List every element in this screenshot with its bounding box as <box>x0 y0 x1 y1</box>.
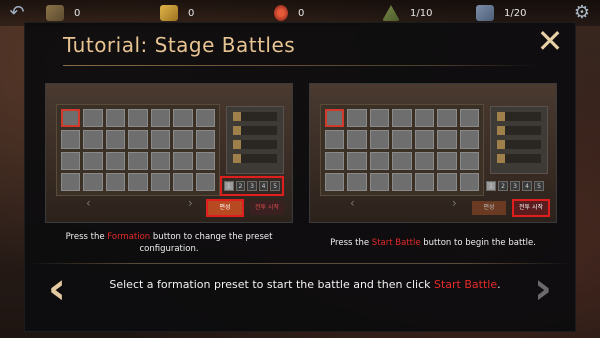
close-icon[interactable]: ✕ <box>535 24 565 58</box>
vehicle-icon <box>476 5 494 21</box>
resource-camp: 1/10 <box>382 4 432 22</box>
caption-text: button to change the preset configuratio… <box>139 232 273 254</box>
medal-icon <box>274 5 288 21</box>
thumb-next-icon: › <box>452 196 457 210</box>
caption-text: Press the <box>330 238 372 248</box>
dialog-title: Tutorial: Stage Battles <box>63 33 296 57</box>
unit-info-panel <box>226 106 284 174</box>
thumb-start-button: 전투 시작 <box>250 201 284 215</box>
unit-info-panel <box>490 106 548 174</box>
preset-5: 5 <box>534 181 544 191</box>
unit-grid <box>320 104 484 196</box>
preset-5: 5 <box>270 181 280 191</box>
thumb-prev-icon: ‹ <box>86 196 91 210</box>
tutorial-image-start-battle: 1 2 3 4 5 ‹ › 편성 전투 시작 <box>309 83 557 223</box>
caption-formation: Press the Formation button to change the… <box>45 231 293 255</box>
chevron-left-icon[interactable]: ‹ <box>43 267 71 313</box>
caption-text: button to begin the battle. <box>420 238 536 248</box>
unit-grid <box>56 104 220 196</box>
camp-icon <box>382 5 400 21</box>
tutorial-dialog: Tutorial: Stage Battles ✕ 1 2 3 4 5 ‹ › … <box>24 22 576 332</box>
preset-3: 3 <box>510 181 520 191</box>
resource-medal-value: 0 <box>298 7 305 19</box>
preset-4: 4 <box>258 181 269 191</box>
lumber-icon <box>46 5 64 21</box>
tutorial-image-formation: 1 2 3 4 5 ‹ › 편성 전투 시작 <box>45 83 293 223</box>
thumb-formation-button: 편성 <box>472 201 506 215</box>
title-divider <box>63 65 541 66</box>
thumb-next-icon: › <box>188 196 193 210</box>
resource-gold: 0 <box>160 4 194 22</box>
thumb-start-button: 전투 시작 <box>512 199 550 217</box>
resource-camp-value: 1/10 <box>410 7 433 19</box>
message-highlight: Start Battle <box>434 278 498 291</box>
caption-highlight: Formation <box>107 232 151 242</box>
gear-icon[interactable]: ⚙ <box>572 3 592 23</box>
back-arrow-icon[interactable]: ↶ <box>6 3 28 23</box>
section-divider <box>25 263 575 264</box>
message-text: Select a formation preset to start the b… <box>109 278 434 291</box>
preset-selector: 1 2 3 4 5 <box>220 176 284 196</box>
preset-1: 1 <box>486 181 496 191</box>
preset-4: 4 <box>522 181 532 191</box>
resource-lumber-value: 0 <box>74 7 81 19</box>
resource-medal: 0 <box>274 4 304 22</box>
chevron-right-icon[interactable]: › <box>529 267 557 313</box>
resource-gold-value: 0 <box>188 7 195 19</box>
resource-lumber: 0 <box>46 4 80 22</box>
resource-vehicle-value: 1/20 <box>504 7 527 19</box>
preset-2: 2 <box>498 181 508 191</box>
preset-3: 3 <box>247 181 257 191</box>
caption-text: Press the <box>65 232 108 242</box>
preset-1: 1 <box>224 181 234 191</box>
caption-start-battle: Press the Start Battle button to begin t… <box>309 237 557 249</box>
preset-2: 2 <box>235 181 246 191</box>
thumb-prev-icon: ‹ <box>350 196 355 210</box>
resource-vehicle: 1/20 <box>476 4 526 22</box>
preset-selector: 1 2 3 4 5 <box>484 176 548 196</box>
caption-highlight: Start Battle <box>371 238 421 248</box>
message-text: . <box>497 278 501 291</box>
tutorial-message: Select a formation preset to start the b… <box>95 277 515 293</box>
thumb-formation-button: 편성 <box>206 199 244 217</box>
gold-icon <box>160 5 178 21</box>
